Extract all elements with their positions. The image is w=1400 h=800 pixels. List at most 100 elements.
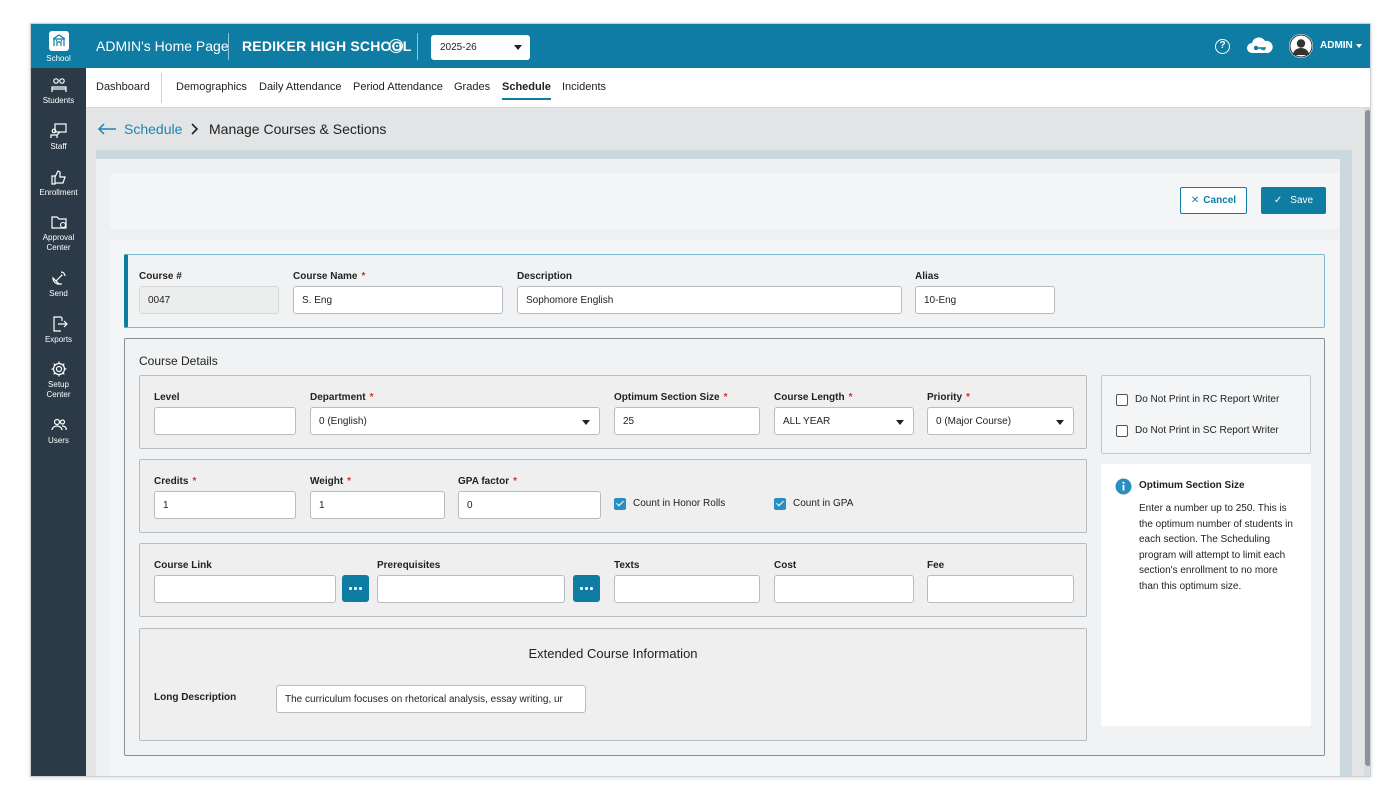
department-value: 0 (English) (319, 416, 367, 427)
chevron-down-icon (1056, 420, 1064, 425)
sidebar-item-label: Center (46, 390, 71, 399)
sidebar-item-label: Setup (48, 380, 69, 389)
description-field[interactable]: Sophomore English (517, 286, 902, 314)
chevron-right-icon (191, 123, 199, 135)
texts-field[interactable] (614, 575, 760, 603)
course-link-browse-button[interactable] (342, 575, 369, 602)
level-label: Level (154, 392, 180, 403)
cloud-key-icon[interactable] (1245, 37, 1275, 60)
sidebar-item-exports[interactable]: Exports (31, 315, 86, 345)
home-page-link[interactable]: ADMIN's Home Page (96, 38, 229, 54)
app-window: School Students Staff Enrollment Approva… (30, 23, 1371, 777)
sidebar-item-label: Users (48, 436, 69, 445)
sidebar-item-label: Send (49, 289, 68, 298)
course-link-field[interactable] (154, 575, 336, 603)
count-gpa-checkbox[interactable] (774, 498, 786, 510)
sidebar: School Students Staff Enrollment Approva… (31, 24, 86, 776)
no-print-sc-label: Do Not Print in SC Report Writer (1135, 425, 1279, 436)
scrollbar-thumb[interactable] (1365, 110, 1370, 766)
course-name-field[interactable]: S. Eng (293, 286, 503, 314)
count-honor-rolls-checkbox[interactable] (614, 498, 626, 510)
tab-dashboard[interactable]: Dashboard (96, 81, 150, 93)
back-arrow-icon[interactable] (97, 122, 117, 136)
description-label: Description (517, 271, 573, 282)
tab-schedule[interactable]: Schedule (502, 81, 551, 100)
credits-field[interactable]: 1 (154, 491, 296, 519)
user-menu[interactable]: ADMIN (1320, 40, 1353, 51)
course-details-section: Course Details Level Department * 0 (Engl… (124, 338, 1325, 756)
info-text: Enter a number up to 250. This is the op… (1139, 503, 1293, 592)
sidebar-item-send[interactable]: Send (31, 269, 86, 299)
weight-field[interactable]: 1 (310, 491, 445, 519)
sidebar-item-label: Staff (50, 142, 67, 151)
school-name[interactable]: REDIKER HIGH SCHOOL (242, 38, 411, 54)
tab-daily-attendance[interactable]: Daily Attendance (259, 81, 342, 93)
sidebar-item-users[interactable]: Users (31, 416, 86, 446)
course-length-value: ALL YEAR (783, 416, 831, 427)
sidebar-item-label: School (46, 54, 71, 63)
alias-field[interactable]: 10-Eng (915, 286, 1055, 314)
extended-info-title: Extended Course Information (528, 646, 698, 661)
fee-label: Fee (927, 560, 945, 571)
weight-label: Weight * (310, 476, 352, 487)
department-label: Department * (310, 392, 374, 403)
prerequisites-browse-button[interactable] (573, 575, 600, 602)
chevron-down-icon[interactable] (1356, 44, 1362, 48)
sidebar-item-students[interactable]: Students (31, 76, 86, 106)
no-print-rc-checkbox[interactable] (1116, 394, 1128, 406)
satellite-icon (51, 271, 66, 285)
tab-demographics[interactable]: Demographics (176, 81, 247, 93)
sidebar-item-label: Exports (44, 335, 73, 344)
chevron-down-icon (514, 45, 522, 50)
priority-select[interactable]: 0 (Major Course) (927, 407, 1074, 435)
cost-field[interactable] (774, 575, 914, 603)
sidebar-item-approval-center[interactable]: Approval Center (31, 213, 86, 253)
no-print-sc-checkbox[interactable] (1116, 425, 1128, 437)
texts-label: Texts (614, 560, 640, 571)
level-field[interactable] (154, 407, 296, 435)
tab-grades[interactable]: Grades (454, 81, 490, 93)
course-number-label: Course # (139, 271, 182, 282)
no-print-rc-label: Do Not Print in RC Report Writer (1135, 394, 1280, 405)
action-bar: ✕ Cancel ✓ Save (110, 173, 1339, 229)
sidebar-item-school[interactable]: School (31, 24, 86, 68)
cancel-label: Cancel (1203, 195, 1237, 206)
department-select[interactable]: 0 (English) (310, 407, 600, 435)
export-icon (52, 316, 68, 332)
optimum-section-size-field[interactable]: 25 (614, 407, 760, 435)
tab-incidents[interactable]: Incidents (562, 81, 606, 93)
tab-period-attendance[interactable]: Period Attendance (353, 81, 443, 93)
school-icon (48, 31, 69, 51)
students-icon (50, 78, 67, 92)
extended-course-info: Extended Course Information Long Descrip… (139, 628, 1087, 741)
long-description-label: Long Description (154, 692, 237, 703)
sidebar-item-setup-center[interactable]: Setup Center (31, 360, 86, 400)
save-label: Save (1290, 195, 1314, 206)
avatar[interactable] (1289, 34, 1313, 58)
sidebar-item-staff[interactable]: Staff (31, 122, 86, 152)
cancel-button[interactable]: ✕ Cancel (1180, 187, 1247, 214)
gpa-factor-field[interactable]: 0 (458, 491, 601, 519)
report-options: Do Not Print in RC Report Writer Do Not … (1101, 375, 1311, 454)
count-gpa-label: Count in GPA (793, 498, 854, 509)
long-description-field[interactable]: The curriculum focuses on rhetorical ana… (276, 685, 586, 713)
scrollbar[interactable] (1364, 108, 1370, 776)
gear-icon (51, 361, 66, 377)
credits-label: Credits * (154, 476, 197, 487)
prerequisites-field[interactable] (377, 575, 565, 603)
more-options-icon[interactable] (389, 39, 403, 53)
details-row-2: Credits * 1 Weight * 1 GPA factor * 0 Count… (139, 459, 1087, 533)
sidebar-item-enrollment[interactable]: Enrollment (31, 168, 86, 198)
gpa-factor-label: GPA factor * (458, 476, 518, 487)
priority-value: 0 (Major Course) (936, 416, 1012, 427)
info-title: Optimum Section Size (1139, 480, 1245, 491)
breadcrumb-schedule-link[interactable]: Schedule (124, 121, 182, 137)
fee-field[interactable] (927, 575, 1074, 603)
page-title: Manage Courses & Sections (209, 121, 387, 137)
help-icon[interactable]: ? (1215, 39, 1230, 54)
save-button[interactable]: ✓ Save (1261, 187, 1326, 214)
course-length-select[interactable]: ALL YEAR (774, 407, 914, 435)
sidebar-item-label: Students (42, 96, 75, 105)
priority-label: Priority * (927, 392, 970, 403)
school-year-select[interactable]: 2025-26 (431, 35, 530, 60)
